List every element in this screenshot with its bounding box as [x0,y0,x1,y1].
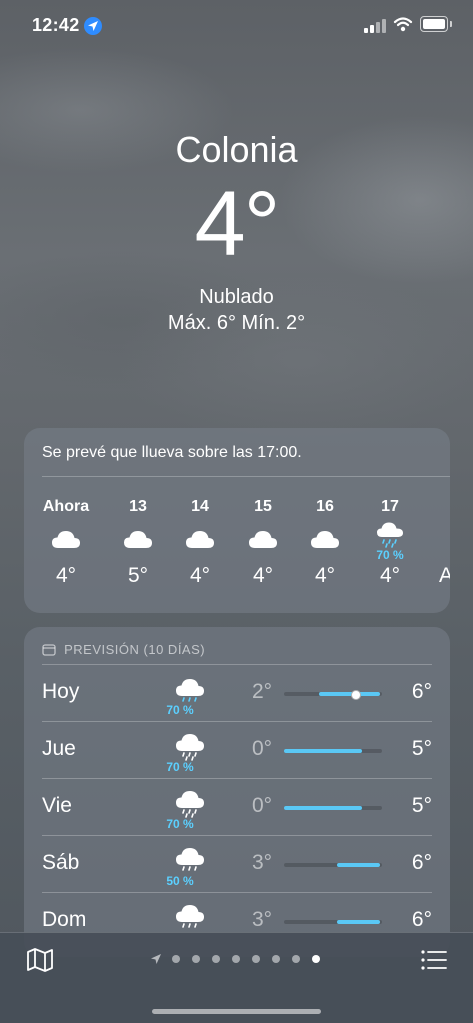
current-weather: Colonia 4° Nublado Máx. 6° Mín. 2° [0,128,473,336]
rain-summary: Se prevé que llueva sobre las 17:00. [42,444,302,461]
hour-item: 15 4° [233,498,293,588]
temperature-range-fill [284,749,363,753]
forecast-low: 0° [252,794,273,817]
list-icon[interactable] [420,947,448,973]
temperature-range-fill [319,692,381,696]
hourly-forecast-card[interactable]: Se prevé que llueva sobre las 17:00. Aho… [24,428,450,613]
hour-item: A [416,498,450,588]
map-icon[interactable] [26,947,54,973]
hour-temp: 4° [189,564,211,587]
forecast-day: Jue [42,737,76,760]
forecast-high: 5° [411,794,432,817]
hour-item: 17 70 % 4° [360,498,420,588]
battery-icon [420,16,452,32]
forecast-high: 6° [411,680,432,703]
status-bar: 12:42 [0,0,473,52]
hour-item: 14 4° [170,498,230,588]
calendar-icon [42,644,56,656]
cloud-icon [249,531,277,548]
forecast-high: 6° [411,908,432,931]
temperature-range-bar [284,690,382,700]
cloud-icon [52,531,80,548]
hour-label: 16 [316,498,334,515]
forecast-high: 5° [411,737,432,760]
hour-item: 16 4° [295,498,355,588]
cloud-icon [311,531,339,548]
hour-label: Ahora [42,498,90,515]
hour-label: 13 [129,498,147,515]
temperature-range-bar [284,863,382,867]
high-low: Máx. 6° Mín. 2° [167,312,306,334]
forecast-row[interactable]: Jue 70 % 0° 5° [42,721,432,778]
hour-temp: 4° [379,564,401,587]
temperature-range-fill [336,863,381,867]
page-dot[interactable] [192,955,200,963]
forecast-low: 3° [252,851,273,874]
cellular-signal-icon [364,19,386,33]
location-arrow-icon [151,954,161,964]
divider [42,835,432,836]
forecast-low: 3° [252,908,273,931]
hour-label: 15 [254,498,272,515]
status-time: 12:42 [32,15,80,35]
forecast-precip: 70 % [166,703,194,717]
forecast-precip: 50 % [166,874,194,888]
hour-temp: A [438,564,450,587]
forecast-row[interactable]: Sáb 50 % 3° 6° [42,835,432,892]
forecast-low: 0° [252,737,273,760]
page-dot[interactable] [232,955,240,963]
divider [42,892,432,893]
page-dot[interactable] [212,955,220,963]
page-dot[interactable] [172,955,180,963]
hour-temp: 4° [55,564,77,587]
divider [42,778,432,779]
forecast-precip: 70 % [166,760,194,774]
cloud-icon [186,531,214,548]
divider [42,476,450,477]
hour-label: 17 [381,498,399,515]
forecast-row[interactable]: Hoy 70 % 2° 6° [42,664,432,721]
hour-temp: 4° [314,564,336,587]
forecast-precip: 70 % [166,817,194,831]
temperature-range-bar [284,920,382,924]
page-dot[interactable] [272,955,280,963]
hour-precip: 70 % [376,548,404,562]
forecast-day: Vie [42,794,72,817]
temperature-range-bar [284,749,382,753]
divider [42,664,432,665]
forecast-day: Dom [42,908,87,931]
page-dot[interactable] [312,955,320,963]
weather-condition: Nublado [199,286,274,308]
divider [42,721,432,722]
forecast-low: 2° [252,680,273,703]
forecast-row[interactable]: Vie 70 % 0° 5° [42,778,432,835]
cloud-rain-icon [377,522,403,548]
location-arrow-icon [84,17,102,35]
forecast-title: PREVISIÓN (10 DÍAS) [64,642,206,658]
wifi-icon [393,16,413,37]
home-indicator[interactable] [152,1009,321,1014]
temperature-range-fill [284,806,363,810]
hour-label: 14 [191,498,209,515]
page-dot[interactable] [252,955,260,963]
current-temp-dot [350,690,361,700]
forecast-day: Sáb [42,851,80,874]
city-name: Colonia [175,129,298,170]
forecast-header: PREVISIÓN (10 DÍAS) [42,641,205,657]
forecast-day: Hoy [42,680,80,703]
cloud-icon [124,531,152,548]
hour-temp: 4° [252,564,274,587]
bottom-toolbar [0,932,473,1023]
hour-item: 13 5° [108,498,168,588]
hour-temp: 5° [127,564,149,587]
temperature-range-fill [336,920,381,924]
hour-label [416,498,450,518]
current-temperature: 4° [194,173,281,275]
temperature-range-bar [284,806,382,810]
page-dot[interactable] [292,955,300,963]
forecast-high: 6° [411,851,432,874]
hour-item: Ahora 4° [36,498,96,588]
ten-day-forecast-card[interactable]: PREVISIÓN (10 DÍAS) Hoy 70 % 2° 6° Jue 7… [24,627,450,957]
